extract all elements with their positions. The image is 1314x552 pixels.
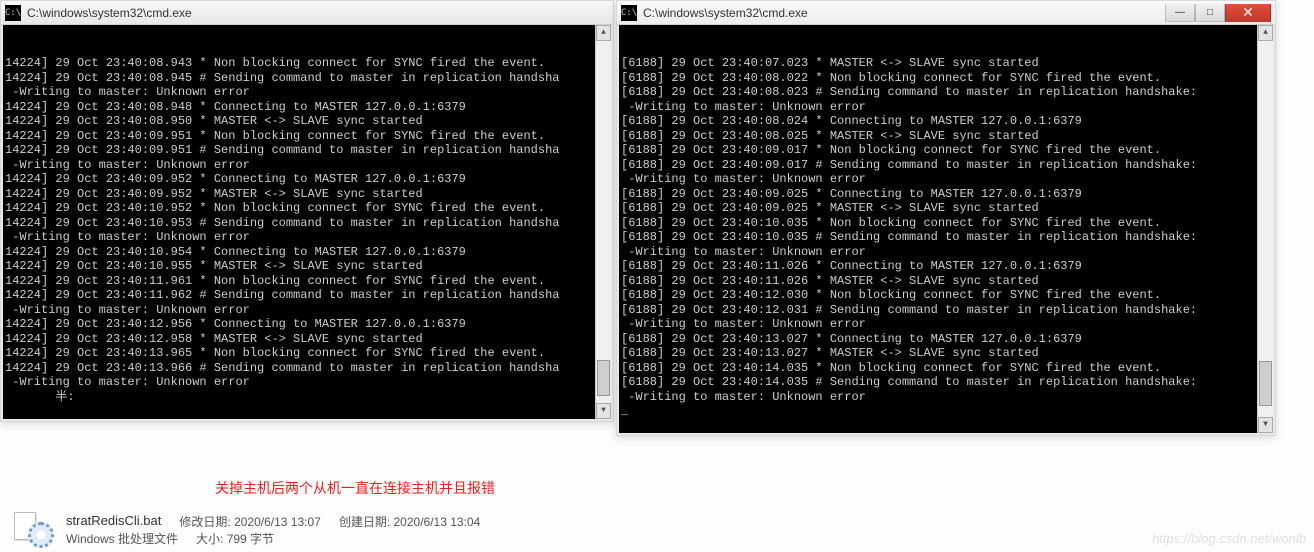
terminal-line: 14224] 29 Oct 23:40:11.961 * Non blockin… xyxy=(5,274,611,289)
terminal-line: [6188] 29 Oct 23:40:08.025 * MASTER <-> … xyxy=(621,129,1273,144)
size-label: 大小: xyxy=(196,532,223,546)
terminal-line: 14224] 29 Oct 23:40:12.956 * Connecting … xyxy=(5,317,611,332)
bat-file-icon xyxy=(10,512,54,548)
terminal-line: -Writing to master: Unknown error xyxy=(621,100,1273,115)
terminal-line: 14224] 29 Oct 23:40:08.950 * MASTER <-> … xyxy=(5,114,611,129)
terminal-line: [6188] 29 Oct 23:40:07.023 * MASTER <-> … xyxy=(621,56,1273,71)
terminal-line: -Writing to master: Unknown error xyxy=(621,245,1273,260)
terminal-lines-right: [6188] 29 Oct 23:40:07.023 * MASTER <-> … xyxy=(621,56,1273,419)
terminal-line: [6188] 29 Oct 23:40:14.035 # Sending com… xyxy=(621,375,1273,390)
terminal-line: 14224] 29 Oct 23:40:13.965 * Non blockin… xyxy=(5,346,611,361)
terminal-line: [6188] 29 Oct 23:40:08.024 * Connecting … xyxy=(621,114,1273,129)
maximize-button[interactable]: □ xyxy=(1195,4,1225,22)
create-label: 创建日期: xyxy=(339,515,390,529)
file-name: stratRedisCli.bat xyxy=(66,513,161,530)
close-button[interactable]: ✕ xyxy=(1225,4,1271,22)
terminal-line: 14224] 29 Oct 23:40:08.945 # Sending com… xyxy=(5,71,611,86)
terminal-line: 14224] 29 Oct 23:40:08.948 * Connecting … xyxy=(5,100,611,115)
terminal-line: 14224] 29 Oct 23:40:08.943 * Non blockin… xyxy=(5,56,611,71)
terminal-line: [6188] 29 Oct 23:40:09.017 # Sending com… xyxy=(621,158,1273,173)
terminal-line: [6188] 29 Oct 23:40:08.023 # Sending com… xyxy=(621,85,1273,100)
terminal-line: -Writing to master: Unknown error xyxy=(621,172,1273,187)
scrollbar[interactable]: ▲ ▼ xyxy=(595,25,611,419)
annotation-text: 关掉主机后两个从机一直在连接主机并且报错 xyxy=(215,478,495,498)
terminal-line: 14224] 29 Oct 23:40:09.952 * MASTER <-> … xyxy=(5,187,611,202)
cmd-window-right: C:\ C:\windows\system32\cmd.exe — □ ✕ [6… xyxy=(616,0,1276,436)
titlebar-right[interactable]: C:\ C:\windows\system32\cmd.exe — □ ✕ xyxy=(617,1,1275,25)
terminal-line: -Writing to master: Unknown error xyxy=(5,303,611,318)
titlebar-left[interactable]: C:\ C:\windows\system32\cmd.exe xyxy=(1,1,613,25)
terminal-line: [6188] 29 Oct 23:40:13.027 * MASTER <-> … xyxy=(621,346,1273,361)
terminal-line: 半: xyxy=(5,390,611,405)
scroll-track[interactable] xyxy=(596,41,611,403)
terminal-line: [6188] 29 Oct 23:40:11.026 * MASTER <-> … xyxy=(621,274,1273,289)
terminal-line: [6188] 29 Oct 23:40:09.025 * MASTER <-> … xyxy=(621,201,1273,216)
terminal-line: [6188] 29 Oct 23:40:13.027 * Connecting … xyxy=(621,332,1273,347)
terminal-line: 14224] 29 Oct 23:40:09.952 * Connecting … xyxy=(5,172,611,187)
scroll-track[interactable] xyxy=(1258,41,1273,417)
terminal-line: -Writing to master: Unknown error xyxy=(621,317,1273,332)
terminal-line: [6188] 29 Oct 23:40:08.022 * Non blockin… xyxy=(621,71,1273,86)
terminal-line: 14224] 29 Oct 23:40:10.954 * Connecting … xyxy=(5,245,611,260)
terminal-line: 14224] 29 Oct 23:40:10.955 * MASTER <-> … xyxy=(5,259,611,274)
window-controls: — □ ✕ xyxy=(1165,4,1271,22)
scroll-down-button[interactable]: ▼ xyxy=(596,403,611,419)
terminal-line: -Writing to master: Unknown error xyxy=(5,375,611,390)
terminal-line: 14224] 29 Oct 23:40:11.962 # Sending com… xyxy=(5,288,611,303)
terminal-line: [6188] 29 Oct 23:40:11.026 * Connecting … xyxy=(621,259,1273,274)
terminal-line: -Writing to master: Unknown error xyxy=(5,230,611,245)
terminal-output-left: 14224] 29 Oct 23:40:08.943 * Non blockin… xyxy=(1,25,613,421)
minimize-button[interactable]: — xyxy=(1165,4,1195,22)
scrollbar[interactable]: ▲ ▼ xyxy=(1257,25,1273,433)
terminal-line: 14224] 29 Oct 23:40:10.953 # Sending com… xyxy=(5,216,611,231)
terminal-line: 14224] 29 Oct 23:40:12.958 * MASTER <-> … xyxy=(5,332,611,347)
terminal-line: 14224] 29 Oct 23:40:13.966 # Sending com… xyxy=(5,361,611,376)
terminal-line: [6188] 29 Oct 23:40:12.030 * Non blockin… xyxy=(621,288,1273,303)
window-title: C:\windows\system32\cmd.exe xyxy=(27,6,609,20)
terminal-line: -Writing to master: Unknown error xyxy=(621,390,1273,405)
create-value: 2020/6/13 13:04 xyxy=(394,515,481,529)
file-type: Windows 批处理文件 xyxy=(66,530,178,547)
modify-label: 修改日期: xyxy=(179,515,230,529)
scroll-thumb[interactable] xyxy=(1259,361,1272,406)
terminal-line: [6188] 29 Oct 23:40:09.025 * Connecting … xyxy=(621,187,1273,202)
terminal-line: -Writing to master: Unknown error xyxy=(5,158,611,173)
scroll-up-button[interactable]: ▲ xyxy=(1258,25,1273,41)
terminal-line: [6188] 29 Oct 23:40:12.031 # Sending com… xyxy=(621,303,1273,318)
terminal-line: 14224] 29 Oct 23:40:09.951 # Sending com… xyxy=(5,143,611,158)
file-details-pane: stratRedisCli.bat 修改日期: 2020/6/13 13:07 … xyxy=(10,512,480,548)
terminal-line: [6188] 29 Oct 23:40:09.017 * Non blockin… xyxy=(621,143,1273,158)
terminal-output-right: [6188] 29 Oct 23:40:07.023 * MASTER <-> … xyxy=(617,25,1275,435)
window-title: C:\windows\system32\cmd.exe xyxy=(643,6,1165,20)
cmd-icon: C:\ xyxy=(621,5,637,21)
watermark: https://blog.csdn.net/wonlb xyxy=(1152,531,1306,546)
terminal-lines-left: 14224] 29 Oct 23:40:08.943 * Non blockin… xyxy=(5,56,611,404)
terminal-line: 14224] 29 Oct 23:40:09.951 * Non blockin… xyxy=(5,129,611,144)
scroll-down-button[interactable]: ▼ xyxy=(1258,417,1273,433)
size-value: 799 字节 xyxy=(227,532,274,546)
terminal-line: [6188] 29 Oct 23:40:10.035 * Non blockin… xyxy=(621,216,1273,231)
scroll-thumb[interactable] xyxy=(597,360,610,396)
terminal-line: -Writing to master: Unknown error xyxy=(5,85,611,100)
modify-value: 2020/6/13 13:07 xyxy=(234,515,321,529)
cmd-icon: C:\ xyxy=(5,5,21,21)
file-meta: stratRedisCli.bat 修改日期: 2020/6/13 13:07 … xyxy=(66,513,480,547)
terminal-line: [6188] 29 Oct 23:40:10.035 # Sending com… xyxy=(621,230,1273,245)
terminal-line: _ xyxy=(621,404,1273,419)
scroll-up-button[interactable]: ▲ xyxy=(596,25,611,41)
terminal-line: 14224] 29 Oct 23:40:10.952 * Non blockin… xyxy=(5,201,611,216)
cmd-window-left: C:\ C:\windows\system32\cmd.exe 14224] 2… xyxy=(0,0,614,422)
terminal-line: [6188] 29 Oct 23:40:14.035 * Non blockin… xyxy=(621,361,1273,376)
